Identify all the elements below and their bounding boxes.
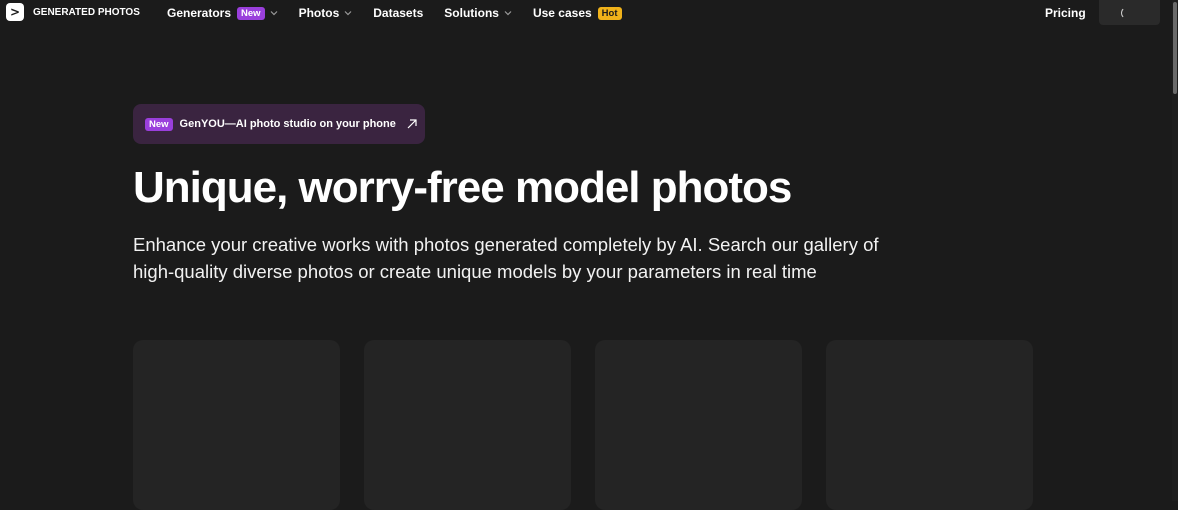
nav-item-label: Datasets (373, 6, 424, 20)
promo-text: GenYOU—AI photo studio on your phone (179, 118, 396, 130)
new-badge: New (145, 117, 173, 131)
feature-card-2[interactable] (364, 340, 571, 510)
nav-item-label: Solutions (444, 6, 499, 20)
hero-subtitle-line-1: Enhance your creative works with photos … (133, 234, 879, 255)
promo-banner[interactable]: New GenYOU—AI photo studio on your phone (133, 104, 425, 144)
top-navigation: > GENERATED PHOTOS Generators New Photos… (0, 0, 1178, 26)
hot-badge: Hot (597, 6, 622, 20)
feature-card-1[interactable] (133, 340, 340, 510)
brand-logo[interactable]: > GENERATED PHOTOS (6, 3, 140, 21)
chevron-down-icon (504, 11, 512, 16)
page-scrollbar[interactable] (1172, 0, 1178, 501)
nav-item-solutions[interactable]: Solutions (444, 6, 512, 20)
nav-item-label: Photos (298, 6, 340, 20)
hero-title: Unique, worry-free model photos (133, 163, 792, 212)
hero-subtitle: Enhance your creative works with photos … (133, 231, 953, 285)
logo-icon: > (6, 3, 24, 21)
nav-item-use-cases[interactable]: Use cases Hot (533, 6, 622, 20)
nav-item-photos[interactable]: Photos (299, 6, 353, 20)
feature-card-4[interactable] (826, 340, 1033, 510)
new-badge: New (237, 6, 265, 20)
nav-item-generators[interactable]: Generators New (167, 6, 278, 20)
nav-item-label: Generators (167, 6, 232, 20)
scrollbar-thumb[interactable] (1173, 2, 1177, 94)
brand-name: GENERATED PHOTOS (33, 6, 140, 18)
account-button[interactable] (1099, 0, 1160, 25)
arrow-up-right-icon (407, 119, 417, 129)
loading-spinner-icon (1121, 7, 1133, 19)
hero-subtitle-line-2: high-quality diverse photos or create un… (133, 261, 817, 282)
feature-card-3[interactable] (595, 340, 802, 510)
nav-item-pricing[interactable]: Pricing (1045, 6, 1086, 20)
chevron-down-icon (344, 11, 352, 16)
nav-item-datasets[interactable]: Datasets (373, 6, 423, 20)
chevron-down-icon (270, 11, 278, 16)
main-nav: Generators New Photos Datasets Solutions… (167, 0, 643, 26)
nav-item-label: Use cases (532, 6, 592, 20)
